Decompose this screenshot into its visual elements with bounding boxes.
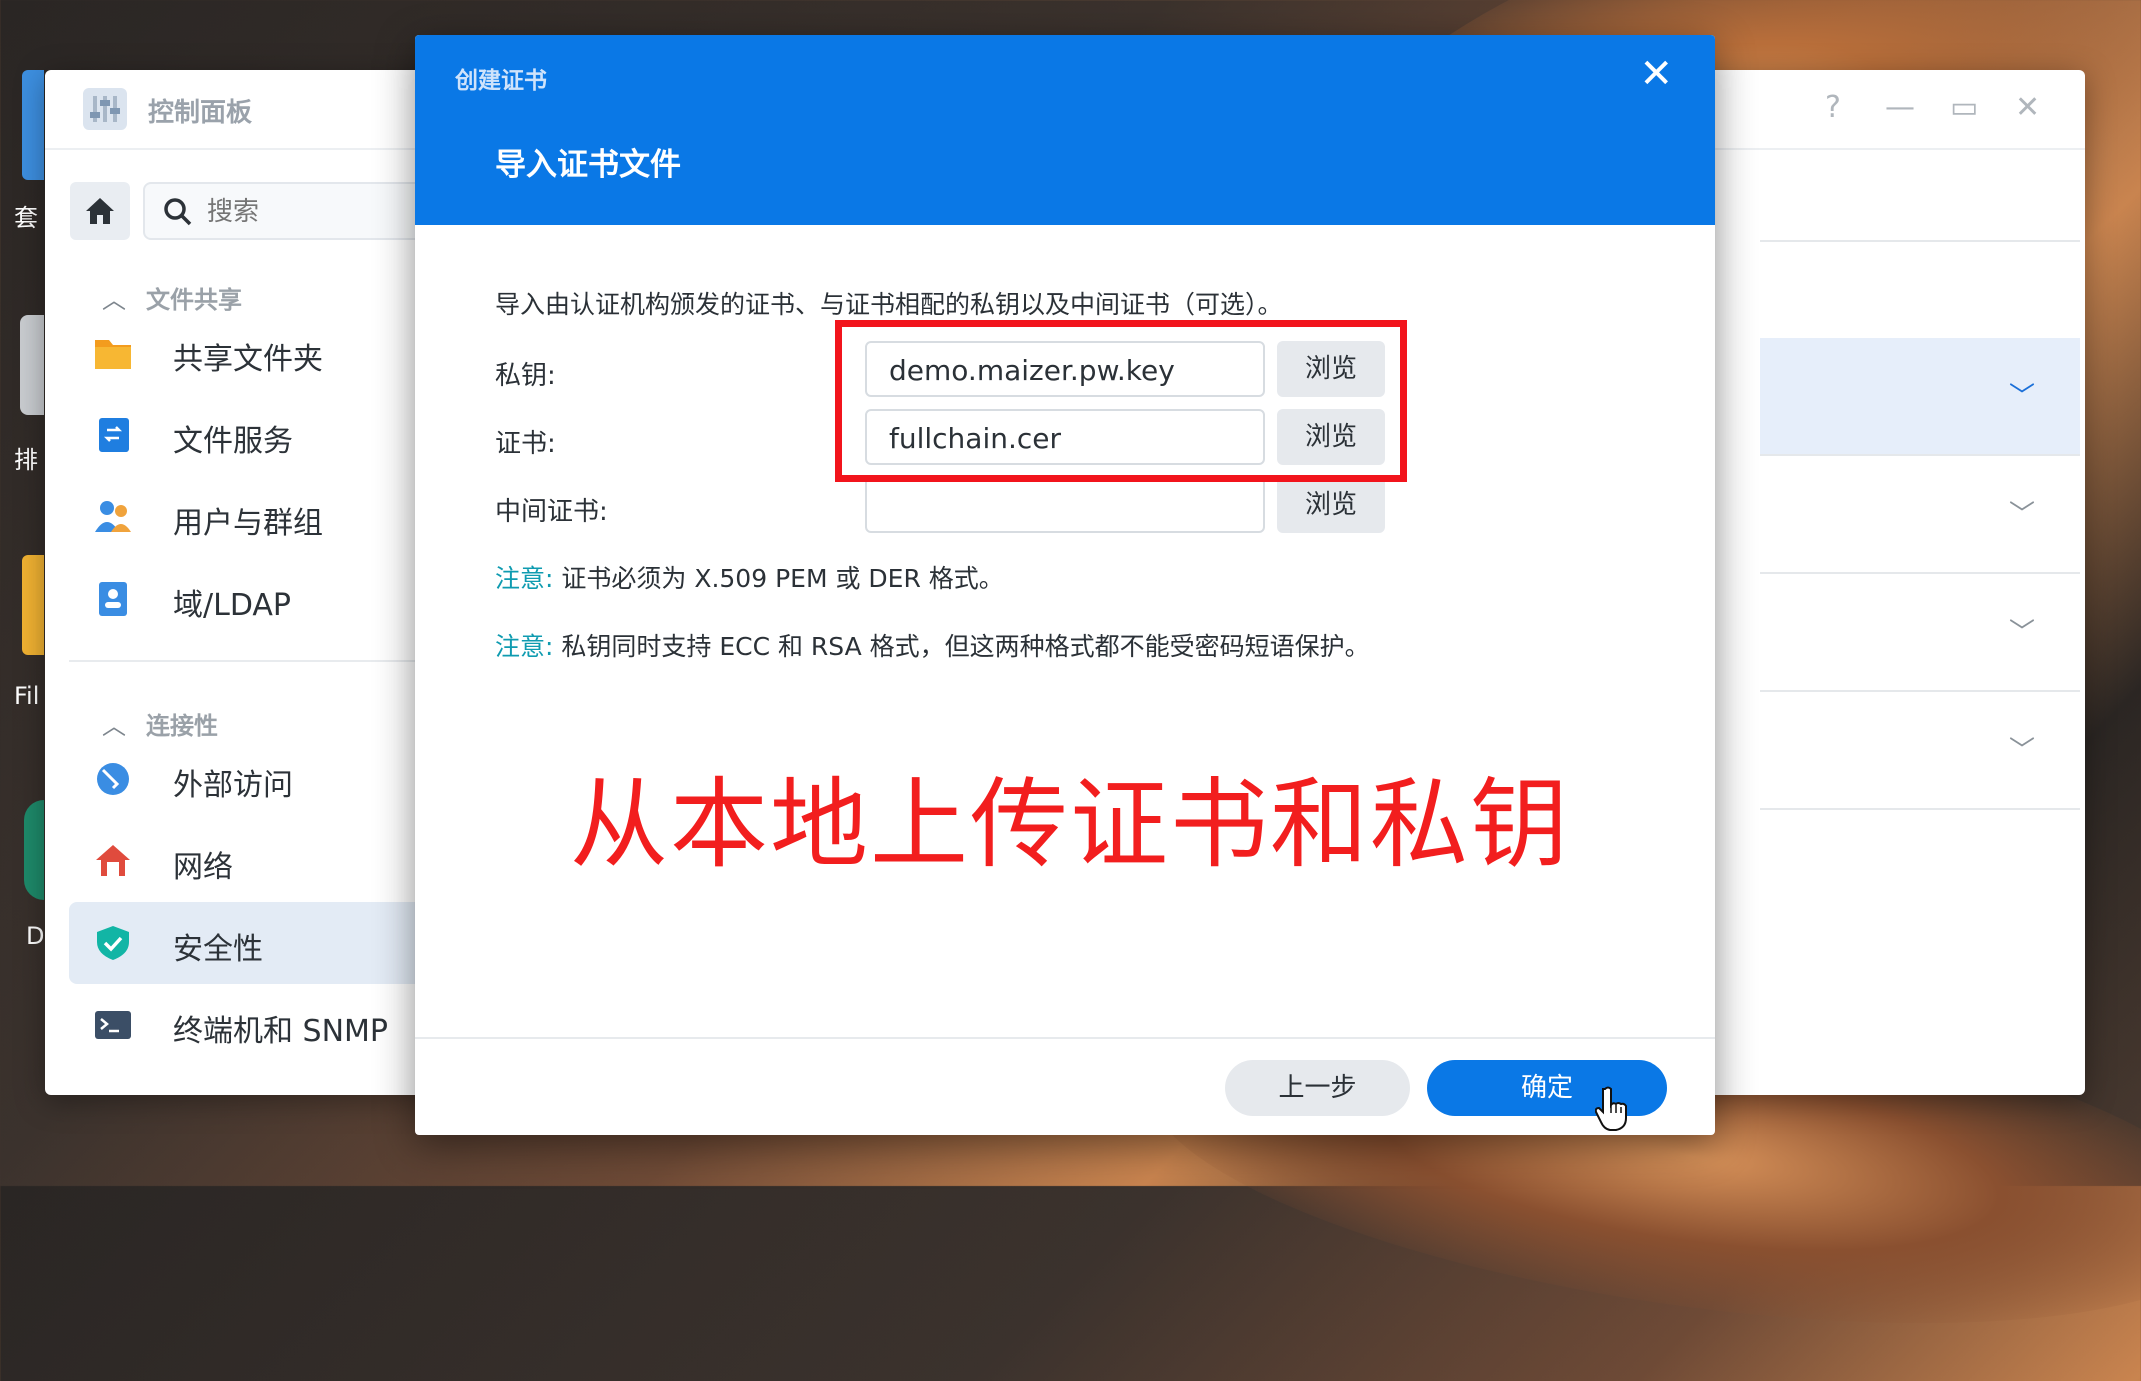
- desktop-icon-1[interactable]: [22, 70, 44, 180]
- content-divider: [1760, 808, 2080, 810]
- sidebar-item-users-groups[interactable]: 用户与群组: [69, 476, 429, 558]
- home-button[interactable]: [70, 182, 130, 240]
- control-panel-logo-icon: [83, 88, 127, 130]
- search-icon: [164, 198, 192, 226]
- chevron-down-icon: ﹀: [2008, 382, 2035, 412]
- content-row-4[interactable]: ﹀: [1760, 692, 2080, 808]
- folder-icon: [95, 340, 131, 369]
- close-icon[interactable]: ✕: [1639, 51, 1673, 97]
- note-prefix: 注意:: [495, 564, 554, 593]
- content-row-3[interactable]: ﹀: [1760, 574, 2080, 690]
- section-file-sharing[interactable]: ︿ 文件共享: [102, 280, 242, 315]
- shield-check-icon: [97, 926, 129, 960]
- desktop-label-3: Fil: [14, 682, 40, 710]
- annotation-text: 从本地上传证书和私钥: [570, 768, 1571, 882]
- chevron-up-icon: ︿: [102, 712, 126, 740]
- control-panel-title: 控制面板: [148, 98, 253, 128]
- hand-pointer-icon: [1595, 1086, 1627, 1131]
- certificate-label: 证书:: [495, 429, 556, 459]
- ok-button[interactable]: 确定: [1427, 1060, 1667, 1116]
- browse-intermediate-button[interactable]: 浏览: [1277, 477, 1385, 533]
- content-panel: ﹀ ﹀ ﹀ ﹀: [1715, 70, 2085, 1095]
- home-icon: [86, 198, 114, 224]
- dialog-header: 创建证书 ✕ 导入证书文件: [415, 35, 1715, 225]
- sidebar-item-file-services[interactable]: 文件服务: [69, 394, 429, 476]
- content-row-1[interactable]: ﹀: [1760, 338, 2080, 454]
- content-row-2[interactable]: ﹀: [1760, 456, 2080, 572]
- note-format: 注意: 证书必须为 X.509 PEM 或 DER 格式。: [495, 559, 1004, 595]
- chevron-down-icon: ﹀: [2008, 618, 2035, 648]
- chevron-up-icon: ︿: [102, 286, 126, 314]
- sidebar-item-domain-ldap[interactable]: 域/LDAP: [69, 558, 429, 640]
- terminal-icon: [95, 1011, 131, 1039]
- note-prefix: 注意:: [495, 632, 554, 661]
- content-divider: [1760, 240, 2080, 242]
- dialog-title: 创建证书: [455, 68, 547, 94]
- file-service-icon: [99, 418, 129, 452]
- desktop-label-4: D: [26, 922, 45, 950]
- create-certificate-dialog: 创建证书 ✕ 导入证书文件 导入由认证机构颁发的证书、与证书相配的私钥以及中间证…: [415, 35, 1715, 1135]
- desktop-label-2: 排: [14, 446, 38, 474]
- network-home-icon: [96, 845, 130, 876]
- sidebar-divider: [69, 660, 429, 662]
- desktop-icon-4[interactable]: [24, 800, 44, 900]
- dialog-subtitle: 导入证书文件: [495, 147, 681, 183]
- annotation-highlight-box: [835, 320, 1407, 482]
- chevron-down-icon: ﹀: [2008, 500, 2035, 530]
- desktop-icon-2[interactable]: [20, 315, 44, 415]
- desktop-label-1: 套: [14, 204, 38, 232]
- note-key-types: 注意: 私钥同时支持 ECC 和 RSA 格式，但这两种格式都不能受密码短语保护…: [495, 627, 1370, 663]
- note-text: 私钥同时支持 ECC 和 RSA 格式，但这两种格式都不能受密码短语保护。: [553, 632, 1370, 661]
- intermediate-certificate-label: 中间证书:: [495, 497, 608, 527]
- sidebar-item-external-access[interactable]: 外部访问: [69, 738, 429, 820]
- intermediate-certificate-field[interactable]: [865, 477, 1265, 533]
- chevron-down-icon: ﹀: [2008, 736, 2035, 766]
- section-connectivity[interactable]: ︿ 连接性: [102, 706, 218, 741]
- note-text: 证书必须为 X.509 PEM 或 DER 格式。: [553, 564, 1004, 593]
- users-icon: [95, 501, 131, 532]
- sidebar-item-security[interactable]: 安全性: [69, 902, 429, 984]
- sidebar-item-shared-folder[interactable]: 共享文件夹: [69, 312, 429, 394]
- globe-icon: [97, 763, 129, 795]
- ldap-icon: [99, 582, 127, 616]
- sidebar-item-terminal-snmp[interactable]: 终端机和 SNMP: [69, 984, 429, 1066]
- footer-divider: [415, 1037, 1715, 1039]
- desktop-icon-3[interactable]: [22, 555, 44, 655]
- sidebar-item-network[interactable]: 网络: [69, 820, 429, 902]
- dialog-description: 导入由认证机构颁发的证书、与证书相配的私钥以及中间证书（可选）。: [495, 290, 1283, 319]
- search-input[interactable]: [205, 196, 409, 228]
- private-key-label: 私钥:: [495, 361, 556, 391]
- previous-button[interactable]: 上一步: [1225, 1060, 1410, 1116]
- search-field[interactable]: [143, 182, 443, 240]
- sidebar: ︿文件共享 共享文件夹 文件服务 用户与群组 域/LDAP ︿连接性 外部访问: [45, 180, 443, 1095]
